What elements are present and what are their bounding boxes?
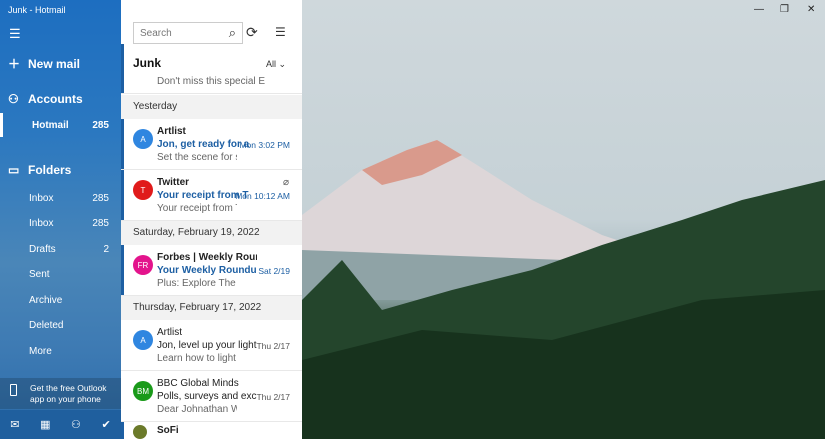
message-item[interactable]: T Twitter ⌀ Your receipt from T Mon 10:1… [121,170,302,221]
outlook-app-promo[interactable]: Get the free Outlook app on your phone [0,378,121,409]
folder-count: 285 [92,192,109,204]
account-name: Hotmail [32,119,69,131]
message-preview: Plus: Explore The Latest I [157,278,237,289]
message-subject: Your Weekly Roundup [157,265,257,276]
hamburger-menu-icon[interactable]: ☰ [9,26,21,42]
message-sender: Artlist [157,126,186,137]
message-list-pane: Search ⌕ ⟳ ☰ Junk All ⌄ Don't miss this s… [121,0,302,439]
folder-label: Inbox [29,192,54,204]
search-input[interactable]: Search ⌕ [133,22,243,44]
message-sender: BBC Global Minds [157,378,239,389]
bottom-toolbar: ✉ ▦ ⚇ ✔ [0,410,121,439]
person-icon: ⚇ [8,92,19,106]
search-placeholder: Search [140,28,172,39]
plus-icon: ＋ [8,57,21,71]
sync-icon[interactable]: ⟳ [246,24,258,41]
date-group-header: Thursday, February 17, 2022 [121,296,302,320]
message-sender: SoFi [157,425,179,436]
new-mail-button[interactable]: ＋ New mail [8,55,80,72]
message-sender: Twitter [157,177,190,188]
folder-label: Drafts [29,243,56,255]
accounts-header[interactable]: ⚇ Accounts [8,92,83,106]
folders-label: Folders [28,163,72,177]
message-preview: Set the scene for sor [157,152,237,163]
phone-icon [10,384,17,396]
folder-item[interactable]: Inbox 285 [0,186,121,210]
promo-text: Get the free Outlook app on your phone [30,383,107,404]
message-preview: Don't miss this special E [157,76,266,87]
folders-header[interactable]: ▭ Folders [8,163,71,177]
folder-icon: ▭ [8,163,20,177]
message-time: Thu 2/17 [256,341,290,351]
message-item[interactable]: FR Forbes | Weekly Roundup Your Weekly R… [121,245,302,296]
mountain-landscape [302,140,825,439]
minimize-button[interactable]: — [754,4,764,15]
message-subject: Jon, level up your lighting [157,340,257,351]
date-group-header: Saturday, February 19, 2022 [121,221,302,245]
folder-label: Archive [29,294,63,306]
folder-label: Deleted [29,320,64,331]
account-hotmail[interactable]: Hotmail 285 [0,113,121,137]
message-preview: Learn how to light your [157,353,237,364]
accounts-label: Accounts [28,92,83,106]
folder-item[interactable]: Archive [0,288,121,312]
folder-item[interactable]: Sent [0,263,121,287]
todo-icon[interactable]: ✔ [101,418,110,431]
mail-icon[interactable]: ✉ [10,418,19,431]
message-item[interactable]: A Artlist Jon, get ready for a Mon 3:02 … [121,119,302,170]
sender-avatar: A [133,129,153,149]
calendar-icon[interactable]: ▦ [40,418,50,431]
sender-avatar: T [133,180,153,200]
maximize-button[interactable]: ❐ [780,4,789,15]
folder-item[interactable]: Drafts 2 [0,237,121,261]
account-count: 285 [92,119,109,131]
sender-avatar: FR [133,255,153,275]
message-item[interactable]: A Artlist Jon, level up your lighting Th… [121,320,302,371]
message-sender: Artlist [157,327,182,338]
close-button[interactable]: ✕ [807,4,815,15]
date-group-header: Yesterday [121,95,302,119]
list-item[interactable]: Don't miss this special E [121,44,302,94]
message-item[interactable]: SoFi [121,422,302,439]
message-item[interactable]: BM BBC Global Minds Polls, surveys and e… [121,371,302,422]
folder-count: 285 [92,218,109,229]
message-sender: Forbes | Weekly Roundup [157,252,257,263]
sender-avatar [133,425,147,439]
message-preview: Your receipt from T [157,203,237,214]
folder-label: Sent [29,269,50,280]
folder-label: Inbox [29,218,54,229]
folder-item[interactable]: More [0,339,121,363]
folder-item[interactable]: Inbox 285 [0,212,121,236]
attachment-icon: ⌀ [282,177,289,188]
new-mail-label: New mail [28,56,81,71]
sender-avatar: BM [133,381,153,401]
message-time: Thu 2/17 [256,392,290,402]
navigation-pane: Junk - Hotmail ☰ ＋ New mail ⚇ Accounts Hot… [0,0,121,439]
message-time: Mon 3:02 PM [239,140,290,150]
search-icon[interactable]: ⌕ [229,25,236,41]
people-icon[interactable]: ⚇ [71,418,81,431]
folder-label: More [29,345,52,357]
message-time: Mon 10:12 AM [235,191,290,201]
selection-mode-icon[interactable]: ☰ [275,25,286,39]
message-subject: Polls, surveys and exclusive [157,391,257,402]
window-title: Junk - Hotmail [8,5,66,15]
folder-item[interactable]: Deleted [0,314,121,338]
sender-avatar: A [133,330,153,350]
message-time: Sat 2/19 [258,266,290,276]
message-preview: Dear Johnathan We hop [157,404,237,415]
background-landscape-image: — ❐ ✕ [302,0,825,439]
folder-count: 2 [103,243,109,255]
